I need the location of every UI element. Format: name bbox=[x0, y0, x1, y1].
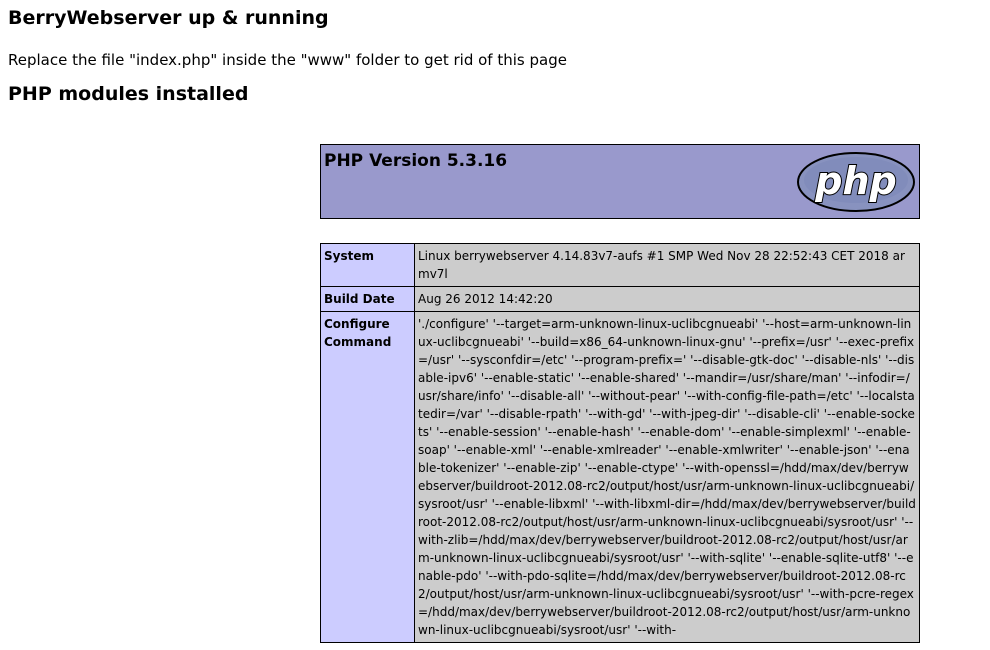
row-value-configure-command: './configure' '--target=arm-unknown-linu… bbox=[414, 311, 920, 643]
php-info-table: System Linux berrywebserver 4.14.83v7-au… bbox=[320, 243, 920, 643]
table-row: Build Date Aug 26 2012 14:42:20 bbox=[320, 286, 920, 312]
row-value-system: Linux berrywebserver 4.14.83v7-aufs #1 S… bbox=[414, 243, 920, 287]
modules-heading: PHP modules installed bbox=[8, 83, 249, 105]
page: BerryWebserver up & running Replace the … bbox=[0, 6, 990, 107]
php-version-header: PHP Version 5.3.16 php bbox=[320, 144, 920, 219]
table-row: Configure Command './configure' '--targe… bbox=[320, 311, 920, 643]
table-row: System Linux berrywebserver 4.14.83v7-au… bbox=[320, 243, 920, 287]
php-version-title: PHP Version 5.3.16 bbox=[324, 151, 508, 171]
row-label-build-date: Build Date bbox=[320, 286, 415, 312]
phpinfo-container: PHP Version 5.3.16 php System Linux berr… bbox=[320, 144, 920, 643]
page-title: BerryWebserver up & running bbox=[8, 7, 329, 29]
php-logo-text: php bbox=[814, 159, 896, 203]
row-value-build-date: Aug 26 2012 14:42:20 bbox=[414, 286, 920, 312]
php-logo-icon: php bbox=[797, 152, 915, 212]
row-label-configure-command: Configure Command bbox=[320, 311, 415, 643]
intro-text: Replace the file "index.php" inside the … bbox=[8, 51, 567, 69]
row-label-system: System bbox=[320, 243, 415, 287]
